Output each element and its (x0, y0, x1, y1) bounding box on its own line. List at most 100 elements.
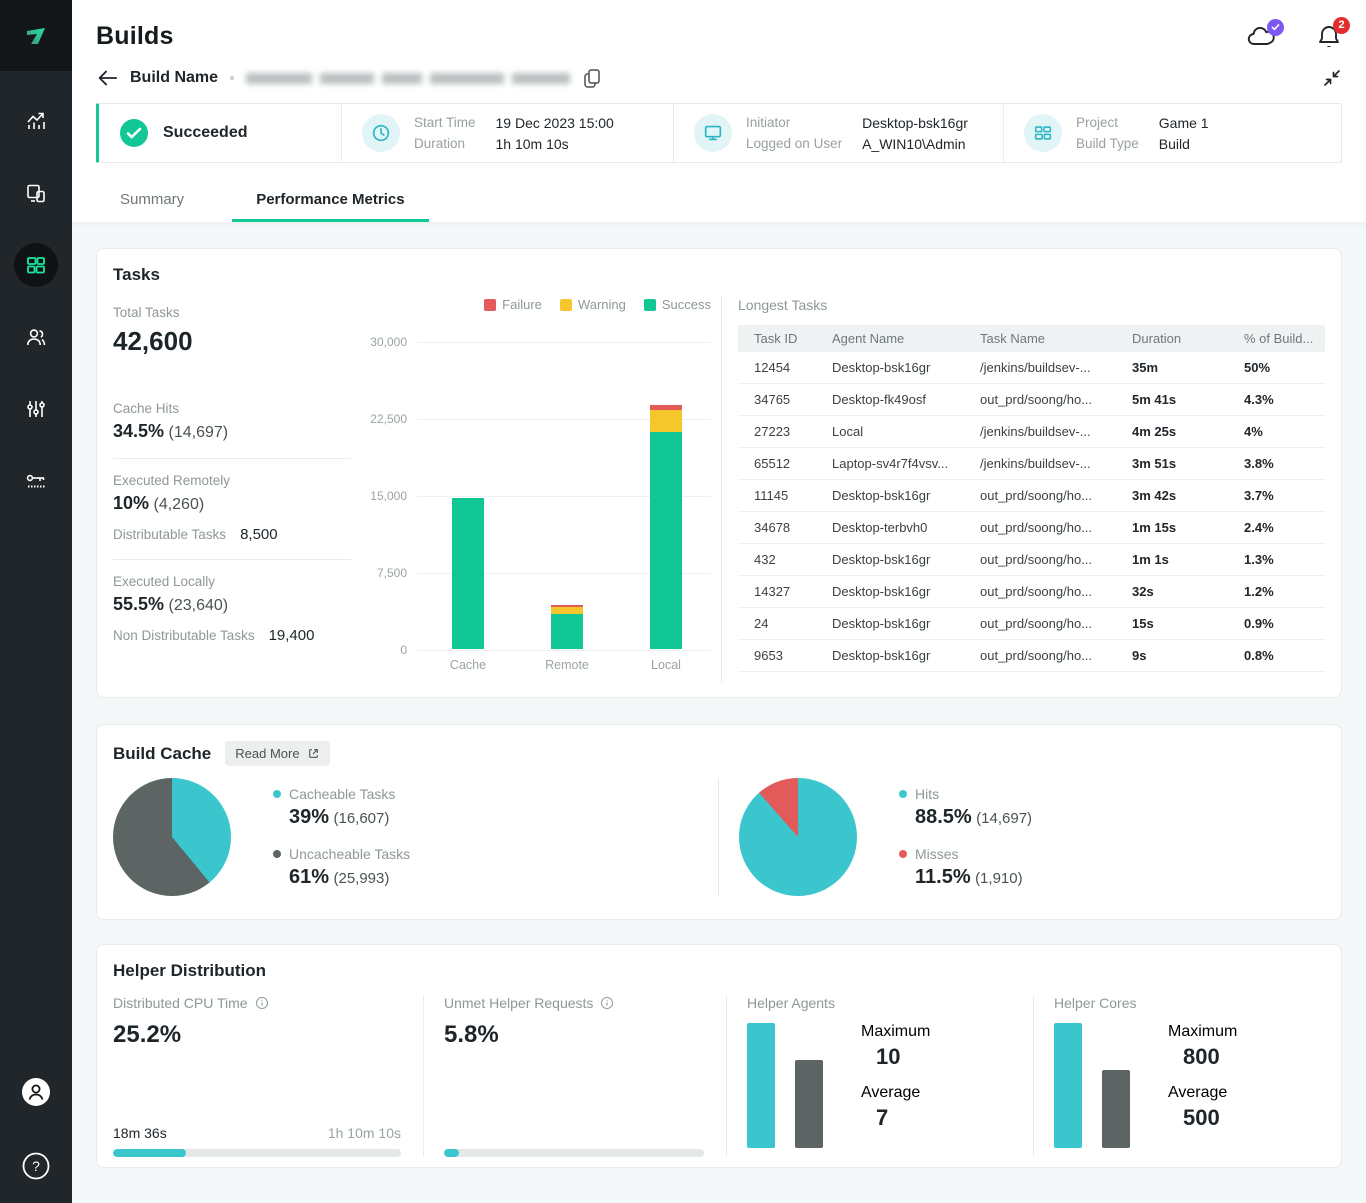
sidebar-item-builds[interactable] (14, 243, 58, 287)
cell-duration: 3m 51s (1116, 456, 1228, 471)
cache-hits-label: Cache Hits (113, 401, 365, 416)
hits-pct: 88.5% (915, 806, 972, 828)
cpu-elapsed: 18m 36s (113, 1125, 167, 1141)
col-agent-name: Agent Name (816, 331, 964, 346)
app-root: ? Builds (0, 0, 1366, 1203)
sidebar-item-agents[interactable] (14, 171, 58, 215)
longest-tasks-panel: Longest Tasks Task ID Agent Name Task Na… (721, 295, 1325, 683)
read-more-button[interactable]: Read More (225, 741, 329, 766)
start-time-label: Start Time (414, 115, 476, 130)
sidebar-item-license[interactable] (14, 459, 58, 503)
hits-legend: Hits 88.5% (14,697) (899, 786, 1032, 829)
tasks-bar (452, 498, 484, 649)
bar-segment-warning (551, 607, 583, 614)
agents-avg-value: 7 (861, 1105, 930, 1131)
cell-task-name: out_prd/soong/ho... (964, 520, 1116, 535)
cell-task-id: 65512 (738, 456, 816, 471)
cache-hits-pct: 34.5% (113, 421, 164, 441)
help-button[interactable]: ? (21, 1151, 51, 1181)
app-logo[interactable] (0, 0, 72, 71)
cache-hits-count: (14,697) (169, 424, 229, 441)
table-row[interactable]: 9653 Desktop-bsk16gr out_prd/soong/ho...… (738, 640, 1325, 672)
back-button[interactable] (96, 68, 118, 88)
cloud-check-badge (1267, 19, 1284, 36)
warning-swatch (560, 299, 572, 311)
collapse-button[interactable] (1322, 68, 1342, 88)
tasks-bar (551, 605, 583, 649)
detail-tabs: Summary Performance Metrics (96, 183, 1342, 222)
table-row[interactable]: 24 Desktop-bsk16gr out_prd/soong/ho... 1… (738, 608, 1325, 640)
user-avatar[interactable] (21, 1077, 51, 1107)
agents-max-value: 10 (861, 1044, 930, 1070)
agents-max-group: Maximum 10 (861, 1023, 930, 1070)
sidebar-item-settings[interactable] (14, 387, 58, 431)
info-icon[interactable] (255, 996, 269, 1010)
cell-agent-name: Desktop-bsk16gr (816, 616, 964, 631)
status-section: Succeeded (99, 104, 341, 162)
table-row[interactable]: 34678 Desktop-terbvh0 out_prd/soong/ho..… (738, 512, 1325, 544)
build-cache-card: Build Cache Read More Cacheable Tasks (96, 724, 1342, 920)
cell-duration: 9s (1116, 648, 1228, 663)
unmet-label: Unmet Helper Requests (444, 995, 593, 1011)
tab-performance-metrics[interactable]: Performance Metrics (232, 183, 428, 222)
duration-label: Duration (414, 136, 476, 151)
sidebar-item-users[interactable] (14, 315, 58, 359)
longest-tasks-table: Task ID Agent Name Task Name Duration % … (738, 325, 1325, 672)
col-task-name: Task Name (964, 331, 1116, 346)
cpu-time-value: 25.2% (113, 1021, 401, 1049)
misses-pct: 11.5% (915, 866, 971, 888)
info-icon[interactable] (600, 996, 614, 1010)
build-title-row: Build Name (96, 67, 1342, 89)
clock-icon (362, 114, 400, 152)
helper-agents-label: Helper Agents (747, 995, 835, 1011)
notifications-button[interactable]: 2 (1316, 23, 1342, 51)
build-name-label: Build Name (130, 69, 218, 87)
cloud-status-button[interactable] (1246, 24, 1278, 50)
sidebar-nav (14, 99, 58, 503)
tasks-stats: Total Tasks 42,600 Cache Hits 34.5% (14,… (113, 295, 365, 683)
cell-task-id: 9653 (738, 648, 816, 663)
cell-task-name: out_prd/soong/ho... (964, 648, 1116, 663)
col-task-id: Task ID (738, 331, 816, 346)
cell-task-name: /jenkins/buildsev-... (964, 424, 1116, 439)
helper-agents-chart (747, 1023, 823, 1148)
back-arrow-icon (96, 68, 118, 88)
start-time-value: 19 Dec 2023 15:00 (496, 115, 614, 131)
status-badge: Succeeded (163, 124, 247, 142)
cell-pct: 50% (1228, 360, 1325, 375)
table-row[interactable]: 34765 Desktop-fk49osf out_prd/soong/ho..… (738, 384, 1325, 416)
col-pct-of-build: % of Build... (1228, 331, 1325, 346)
table-row[interactable]: 11145 Desktop-bsk16gr out_prd/soong/ho..… (738, 480, 1325, 512)
tasks-chart: Failure Warning Success (365, 295, 717, 683)
cell-agent-name: Laptop-sv4r7f4vsv... (816, 456, 964, 471)
cell-duration: 1m 15s (1116, 520, 1228, 535)
cell-task-id: 34765 (738, 392, 816, 407)
project-section: Project Game 1 Build Type Build (1003, 104, 1341, 162)
cell-pct: 2.4% (1228, 520, 1325, 535)
monitor-icon (694, 114, 732, 152)
sidebar-item-analytics[interactable] (14, 99, 58, 143)
executed-remotely-pct: 10% (113, 493, 149, 513)
cell-task-id: 24 (738, 616, 816, 631)
tasks-card-title: Tasks (113, 265, 1325, 285)
table-row[interactable]: 65512 Laptop-sv4r7f4vsv... /jenkins/buil… (738, 448, 1325, 480)
table-row[interactable]: 27223 Local /jenkins/buildsev-... 4m 25s… (738, 416, 1325, 448)
executed-remotely-label: Executed Remotely (113, 473, 365, 488)
distributable-value: 8,500 (240, 526, 278, 543)
cell-agent-name: Desktop-terbvh0 (816, 520, 964, 535)
cell-task-id: 34678 (738, 520, 816, 535)
table-row[interactable]: 12454 Desktop-bsk16gr /jenkins/buildsev-… (738, 352, 1325, 384)
unmet-requests-section: Unmet Helper Requests 5.8% (423, 995, 726, 1157)
cell-duration: 32s (1116, 584, 1228, 599)
table-row[interactable]: 432 Desktop-bsk16gr out_prd/soong/ho... … (738, 544, 1325, 576)
cell-duration: 1m 1s (1116, 552, 1228, 567)
cell-agent-name: Desktop-bsk16gr (816, 552, 964, 567)
initiator-label: Initiator (746, 115, 842, 130)
copy-button[interactable] (582, 67, 602, 89)
cell-task-name: /jenkins/buildsev-... (964, 360, 1116, 375)
table-row[interactable]: 14327 Desktop-bsk16gr out_prd/soong/ho..… (738, 576, 1325, 608)
cell-task-id: 14327 (738, 584, 816, 599)
non-distributable-label: Non Distributable Tasks (113, 628, 255, 643)
minibar-maximum (747, 1023, 775, 1148)
tab-summary[interactable]: Summary (96, 183, 208, 222)
